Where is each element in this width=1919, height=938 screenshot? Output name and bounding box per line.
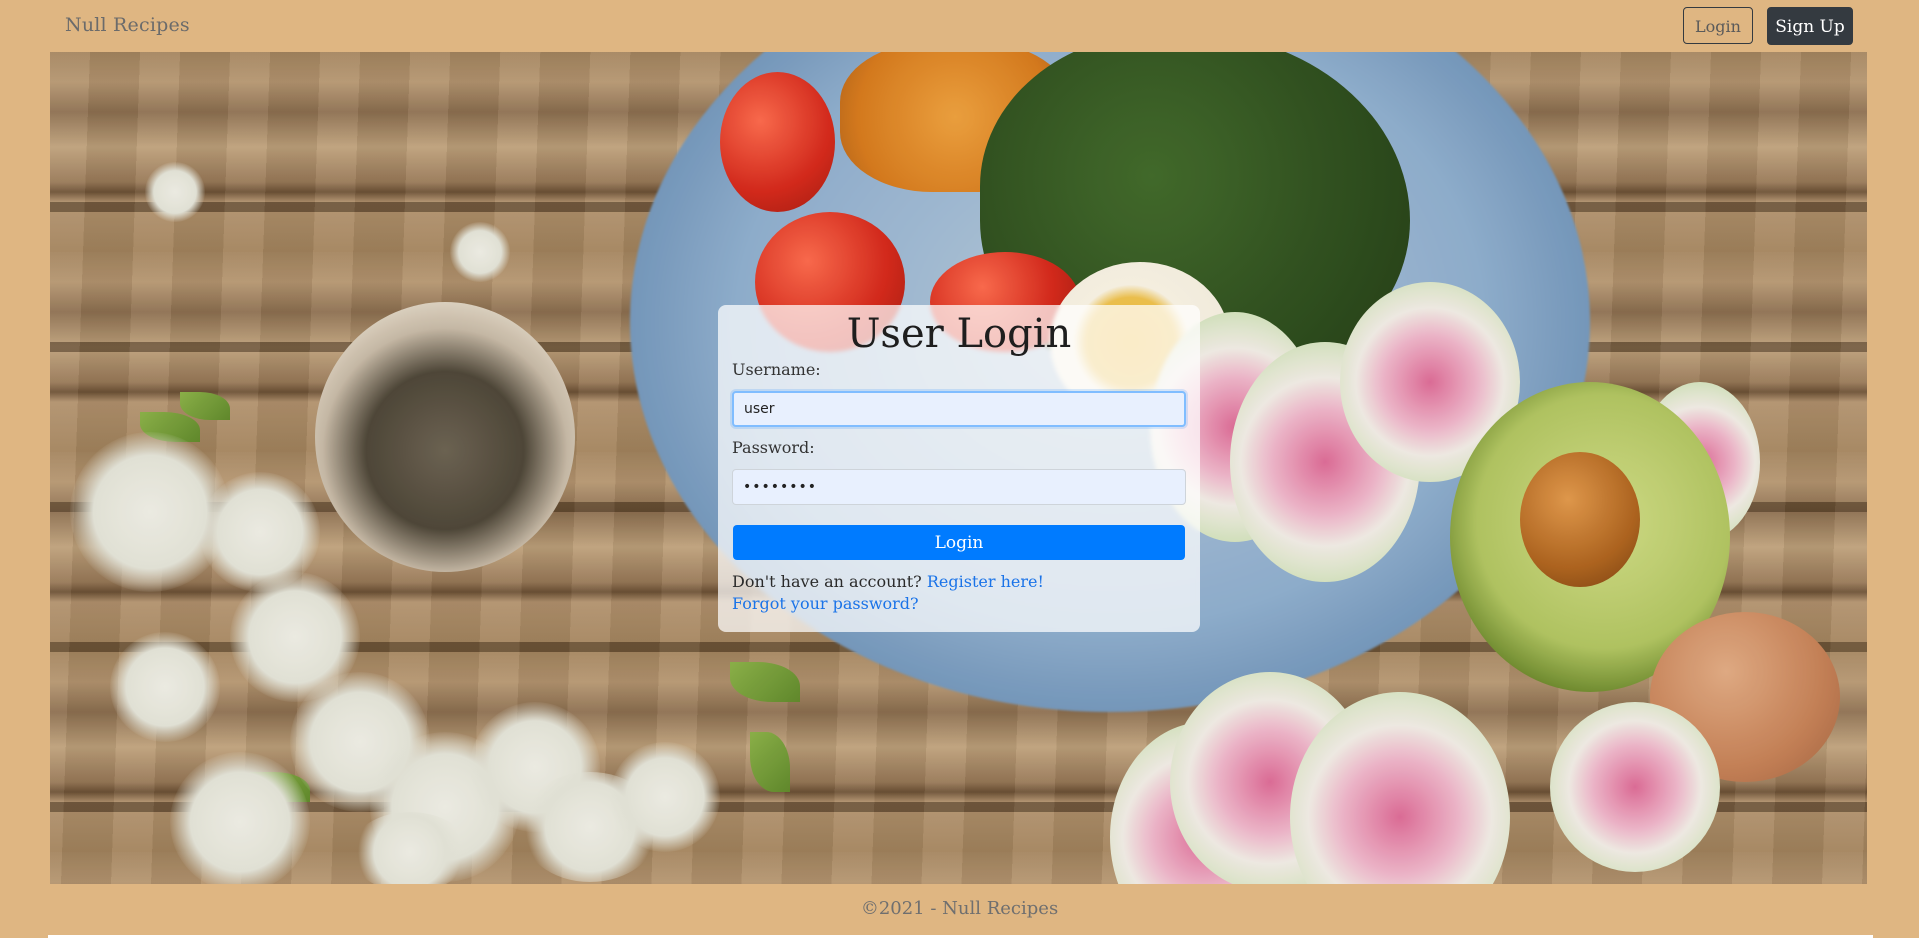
forgot-password-link[interactable]: Forgot your password? bbox=[732, 594, 919, 613]
footer-copyright: ©2021 - Null Recipes bbox=[860, 898, 1059, 919]
footer: ©2021 - Null Recipes bbox=[0, 884, 1919, 938]
nav-login-button[interactable]: Login bbox=[1683, 7, 1753, 44]
login-submit-button[interactable]: Login bbox=[733, 525, 1185, 560]
register-link[interactable]: Register here! bbox=[927, 572, 1044, 591]
register-prompt-text: Don't have an account? bbox=[732, 572, 922, 591]
password-label: Password: bbox=[732, 438, 815, 457]
brand-logo-link[interactable]: Null Recipes bbox=[65, 14, 190, 36]
password-input[interactable] bbox=[732, 469, 1186, 505]
top-navbar: Null Recipes Login Sign Up bbox=[0, 0, 1919, 52]
login-card: User Login Username: Password: Login Don… bbox=[718, 305, 1200, 632]
register-prompt-line: Don't have an account? Register here! bbox=[732, 572, 1044, 591]
nav-signup-button[interactable]: Sign Up bbox=[1767, 7, 1853, 45]
username-label: Username: bbox=[732, 360, 821, 379]
username-input[interactable] bbox=[732, 391, 1186, 427]
login-title: User Login bbox=[846, 311, 1072, 357]
